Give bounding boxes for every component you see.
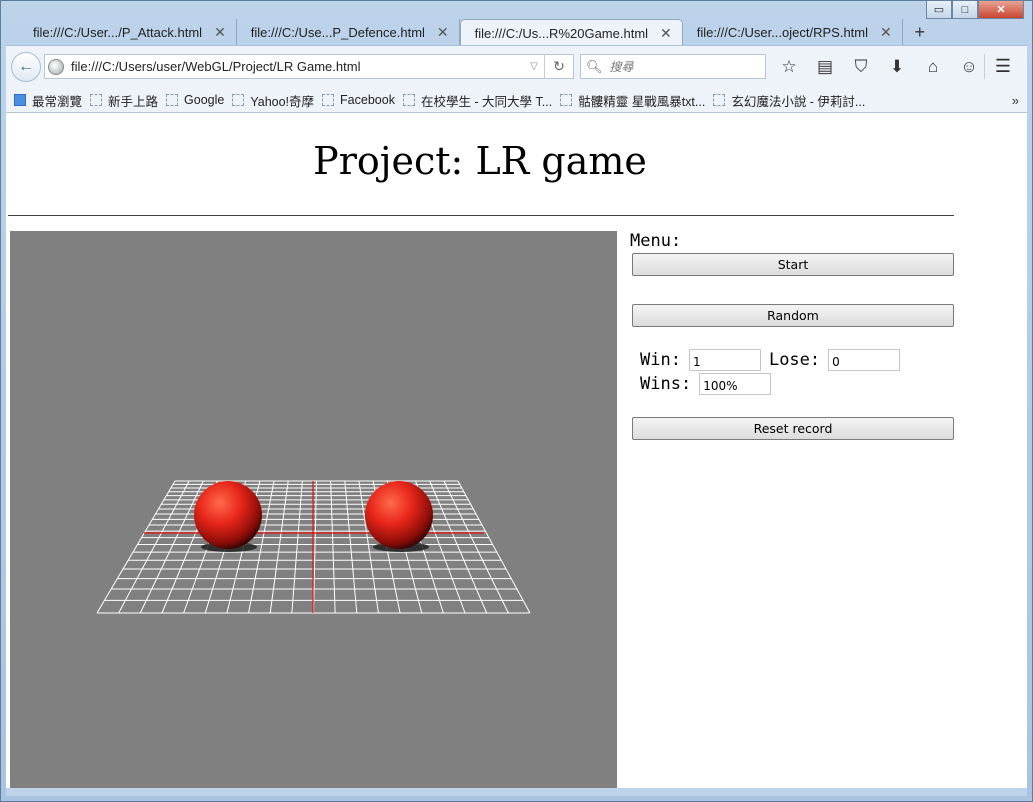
wins-label: Wins: bbox=[640, 374, 692, 394]
tab-label: file:///C:/User.../P_Attack.html bbox=[33, 25, 203, 40]
search-input[interactable] bbox=[607, 58, 752, 75]
bookmark-label: Yahoo!奇摩 bbox=[250, 94, 315, 109]
tab-p-attack[interactable]: file:///C:/User.../P_Attack.html ✕ bbox=[19, 19, 237, 46]
hello-icon[interactable]: ☺ bbox=[951, 54, 987, 79]
page-icon bbox=[322, 94, 335, 106]
bookmark-star-icon[interactable]: ☆ bbox=[771, 54, 807, 79]
bookmark-item[interactable]: Facebook bbox=[322, 93, 395, 107]
page-icon bbox=[560, 94, 573, 106]
grid-line bbox=[344, 480, 358, 614]
bookmark-item[interactable]: 骷髏精靈 星戰風暴txt... bbox=[560, 91, 705, 110]
bookmark-label: 骷髏精靈 星戰風暴txt... bbox=[578, 94, 706, 109]
win-label: Win: bbox=[640, 350, 681, 370]
bookmarks-bar: 最常瀏覽 新手上路 Google Yahoo!奇摩 Facebook 在校學生 … bbox=[6, 88, 1027, 113]
close-tab-icon[interactable]: ✕ bbox=[880, 24, 892, 41]
page-title: Project: LR game bbox=[313, 139, 647, 183]
grid-line bbox=[313, 480, 317, 614]
page-icon bbox=[402, 94, 415, 106]
bookmark-label: 新手上路 bbox=[108, 94, 159, 109]
grid-line bbox=[291, 480, 303, 614]
win-field[interactable] bbox=[688, 349, 761, 371]
page-icon bbox=[166, 94, 179, 106]
minimize-button[interactable]: ▭ bbox=[926, 1, 952, 19]
hamburger-menu-icon[interactable]: ☰ bbox=[984, 54, 1021, 79]
bookmark-label: 在校學生 - 大同大學 T... bbox=[420, 94, 553, 109]
window-bottom-edge bbox=[6, 788, 1027, 796]
grid-line bbox=[118, 480, 190, 614]
grid-line bbox=[269, 480, 289, 614]
tab-label: file:///C:/Us...R%20Game.html bbox=[474, 25, 649, 41]
chevron-more-icon[interactable]: » bbox=[1012, 93, 1019, 108]
close-tab-icon[interactable]: ✕ bbox=[214, 24, 226, 41]
search-icon: 🔍︎ bbox=[586, 58, 603, 74]
pocket-icon[interactable]: ⛉ bbox=[843, 54, 879, 79]
bookmark-item[interactable]: 在校學生 - 大同大學 T... bbox=[402, 91, 553, 110]
bookmark-label: 玄幻魔法小說 - 伊莉討... bbox=[731, 94, 866, 109]
wins-field[interactable] bbox=[699, 373, 772, 395]
reload-icon[interactable]: ↻ bbox=[544, 55, 573, 78]
globe-icon bbox=[48, 58, 64, 75]
grid-line bbox=[96, 480, 176, 614]
bookmark-label: 最常瀏覽 bbox=[32, 94, 83, 109]
back-button[interactable]: ← bbox=[11, 52, 41, 82]
chevron-down-icon[interactable]: ▽ bbox=[524, 61, 544, 72]
tab-strip: file:///C:/User.../P_Attack.html ✕ file:… bbox=[19, 19, 937, 46]
bookmark-item[interactable]: 新手上路 bbox=[90, 91, 158, 110]
page-scrollbar[interactable] bbox=[1019, 113, 1027, 788]
maximize-button[interactable]: □ bbox=[952, 1, 978, 19]
divider bbox=[8, 215, 954, 216]
bookmark-label: Facebook bbox=[340, 93, 395, 107]
grid-line bbox=[429, 480, 488, 614]
url-text[interactable]: file:///C:/Users/user/WebGL/Project/LR G… bbox=[71, 59, 524, 74]
bookmark-item[interactable]: 最常瀏覽 bbox=[14, 91, 82, 110]
random-button[interactable]: Random bbox=[632, 304, 954, 327]
scene-render bbox=[96, 480, 531, 614]
window-controls: ▭ □ ✕ bbox=[926, 1, 1024, 19]
new-tab-button[interactable]: + bbox=[903, 19, 937, 46]
page-icon bbox=[713, 94, 726, 106]
page-icon bbox=[90, 94, 103, 106]
menu-panel: Menu: Start Random Win: Lose: Wins: Rese… bbox=[630, 231, 960, 440]
page-icon bbox=[232, 94, 245, 106]
tab-label: file:///C:/Use...P_Defence.html bbox=[250, 25, 425, 40]
right-sphere[interactable] bbox=[365, 481, 433, 549]
tab-lr-game[interactable]: file:///C:/Us...R%20Game.html ✕ bbox=[459, 19, 683, 46]
search-bar[interactable]: 🔍︎ bbox=[580, 54, 766, 79]
download-icon[interactable]: ⬇ bbox=[879, 54, 915, 79]
lose-field[interactable] bbox=[828, 349, 901, 371]
tab-rps[interactable]: file:///C:/User...oject/RPS.html ✕ bbox=[683, 19, 903, 46]
score-row: Win: Lose: bbox=[640, 349, 960, 371]
menu-label: Menu: bbox=[630, 231, 682, 251]
grid-line bbox=[457, 480, 531, 614]
wins-row: Wins: bbox=[640, 373, 960, 395]
navigation-bar: ← file:///C:/Users/user/WebGL/Project/LR… bbox=[6, 45, 1027, 88]
tab-label: file:///C:/User...oject/RPS.html bbox=[696, 25, 868, 40]
close-tab-icon[interactable]: ✕ bbox=[437, 24, 449, 41]
url-bar[interactable]: file:///C:/Users/user/WebGL/Project/LR G… bbox=[44, 54, 574, 79]
left-sphere[interactable] bbox=[194, 481, 262, 549]
page-content: Project: LR game Menu: Start Random Win:… bbox=[6, 113, 1019, 788]
reading-list-icon[interactable]: ▤ bbox=[807, 54, 843, 79]
reset-record-button[interactable]: Reset record bbox=[632, 417, 954, 440]
close-window-button[interactable]: ✕ bbox=[978, 1, 1024, 19]
toolbar-icons: ☆ ▤ ⛉ ⬇ ⌂ ☺ bbox=[771, 54, 987, 79]
start-button[interactable]: Start bbox=[632, 253, 954, 276]
tab-p-defence[interactable]: file:///C:/Use...P_Defence.html ✕ bbox=[237, 19, 460, 46]
grid-line bbox=[139, 480, 204, 614]
grid-line bbox=[443, 480, 509, 614]
bookmark-item[interactable]: Google bbox=[166, 93, 224, 107]
close-tab-icon[interactable]: ✕ bbox=[660, 25, 672, 42]
home-icon[interactable]: ⌂ bbox=[915, 54, 951, 79]
most-visited-icon bbox=[14, 94, 26, 106]
lose-label: Lose: bbox=[768, 350, 821, 370]
bookmark-item[interactable]: 玄幻魔法小說 - 伊莉討... bbox=[713, 91, 865, 110]
bookmark-item[interactable]: Yahoo!奇摩 bbox=[232, 91, 314, 110]
bookmark-label: Google bbox=[184, 93, 225, 107]
webgl-canvas[interactable] bbox=[10, 231, 617, 788]
grid-line bbox=[330, 480, 336, 614]
